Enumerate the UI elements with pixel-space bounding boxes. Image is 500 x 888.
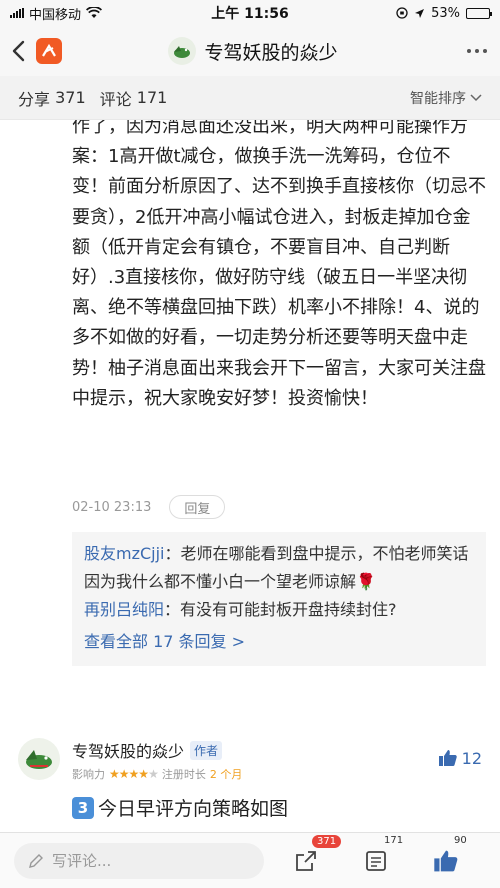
star-empty-icon: ★	[148, 767, 159, 781]
replies-box: 股友mzCjji：老师在哪能看到盘中提示，不怕老师笑话因为我什么都不懂小白一个望…	[72, 532, 486, 666]
star-filled-icon: ★	[109, 767, 120, 781]
comment-thread: 作了，因为消息面还没出来，明天两种可能操作方案：1高开做t减仓，做换手洗一洗筹码…	[0, 120, 500, 832]
influence-label: 影响力	[72, 768, 105, 781]
view-all-replies-link[interactable]: 查看全部 17 条回复 >	[84, 628, 474, 656]
status-left: 中国移动	[10, 4, 180, 23]
reply-item[interactable]: 股友mzCjji：老师在哪能看到盘中提示，不怕老师笑话因为我什么都不懂小白一个望…	[84, 540, 474, 596]
like-count: 12	[461, 748, 482, 768]
strategy-text: 今日早评方向策略如图	[98, 798, 289, 820]
bottom-bar: 写评论... 371 171 90	[0, 832, 500, 888]
back-icon[interactable]	[0, 26, 36, 76]
chevron-down-icon	[470, 93, 482, 101]
share-button[interactable]: 371	[278, 834, 342, 881]
orientation-lock-icon	[396, 7, 408, 19]
reply-button[interactable]: 回复	[169, 495, 226, 519]
sort-dropdown[interactable]: 智能排序	[410, 88, 482, 108]
comment-list-icon	[366, 850, 386, 871]
comment-label: 评论	[99, 89, 132, 109]
signal-icon	[10, 8, 24, 18]
reply-text: ：有没有可能封板开盘持续封住?	[164, 600, 397, 619]
star-filled-icon: ★	[128, 767, 140, 781]
status-bar: 中国移动 上午 11:56 53%	[0, 0, 500, 26]
stats-bar: 分享 371 评论 171 智能排序	[0, 76, 500, 120]
pencil-icon	[29, 853, 43, 868]
register-value: 2 个月	[209, 768, 243, 781]
like-post-button[interactable]: 90	[418, 835, 474, 881]
like-button[interactable]: 12	[438, 748, 482, 768]
battery-icon	[466, 7, 492, 19]
like-badge: 90	[454, 834, 467, 846]
nav-bar: 专驾妖股的焱少	[0, 26, 500, 76]
comment-count: 171	[136, 88, 168, 107]
author-info: 影响力 ★★★★★ 注册时长 2 个月	[72, 766, 242, 782]
author-comment: 专驾妖股的焱少 作者 影响力 ★★★★★ 注册时长 2 个月 12 3 今日早评…	[0, 720, 500, 832]
carrier-label: 中国移动	[29, 7, 82, 23]
thumbs-up-icon	[434, 850, 458, 871]
status-right: 53%	[320, 5, 492, 21]
nav-avatar	[168, 37, 197, 65]
share-count: 371	[55, 88, 86, 107]
status-time: 上午 11:56	[211, 6, 289, 22]
star-filled-icon: ★	[138, 767, 149, 781]
comment-meta: 02-10 23:13 回复	[72, 495, 226, 519]
author-name-row: 专驾妖股的焱少 作者	[72, 738, 223, 762]
influence-stars: ★★★★★	[109, 767, 159, 781]
share-label: 分享	[18, 89, 51, 109]
strategy-line: 3 今日早评方向策略如图	[72, 794, 288, 821]
nav-title: 专驾妖股的焱少	[62, 37, 444, 65]
author-name[interactable]: 专驾妖股的焱少	[72, 738, 184, 762]
thumbs-up-icon	[438, 750, 457, 766]
keycap-number: 3	[72, 796, 94, 819]
register-label: 注册时长	[161, 768, 206, 781]
comment-body: 作了，因为消息面还没出来，明天两种可能操作方案：1高开做t减仓，做换手洗一洗筹码…	[72, 120, 486, 409]
more-options-icon[interactable]	[454, 49, 500, 53]
author-avatar[interactable]	[18, 738, 60, 780]
wifi-icon	[86, 7, 103, 18]
comments-button[interactable]: 171	[348, 835, 404, 881]
sort-label: 智能排序	[410, 90, 466, 107]
app-logo-icon[interactable]	[36, 38, 62, 64]
share-badge: 371	[312, 834, 342, 848]
star-filled-icon: ★	[118, 767, 130, 781]
reply-user[interactable]: 再别吕纯阳	[84, 600, 164, 619]
comment-badge: 171	[384, 834, 404, 846]
battery-percent: 53%	[431, 5, 460, 21]
share-icon	[296, 850, 316, 871]
reply-item[interactable]: 再别吕纯阳：有没有可能封板开盘持续封住?	[84, 596, 474, 624]
reply-user[interactable]: 股友mzCjji	[84, 544, 165, 563]
comment-time: 02-10 23:13	[72, 499, 152, 515]
location-icon	[415, 8, 425, 18]
nav-title-text: 专驾妖股的焱少	[204, 41, 338, 64]
comment-input-placeholder: 写评论...	[52, 852, 112, 870]
author-badge: 作者	[190, 740, 223, 760]
comment-input[interactable]: 写评论...	[14, 842, 264, 879]
